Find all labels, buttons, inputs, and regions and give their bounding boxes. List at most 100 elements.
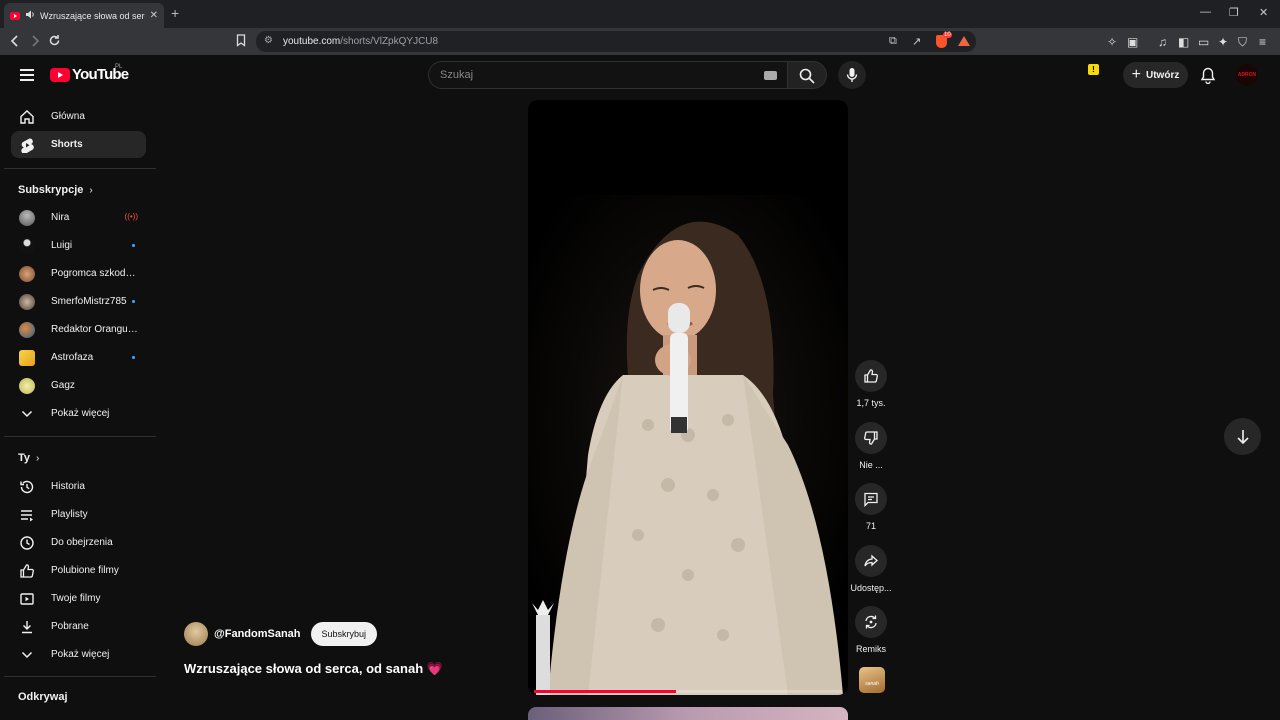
forward-icon[interactable] xyxy=(30,34,40,51)
share-icon xyxy=(864,554,878,567)
extensions-puzzle-icon[interactable]: ✧ xyxy=(1107,35,1117,49)
subscribe-button[interactable]: Subskrybuj xyxy=(310,622,378,646)
search-icon xyxy=(799,68,815,84)
heart-emoji: 💗 xyxy=(426,661,443,676)
open-in-app-icon[interactable]: ⧉ xyxy=(889,35,897,48)
account-avatar[interactable]: ADRON xyxy=(1236,64,1258,86)
brave-rewards-icon[interactable] xyxy=(958,36,970,46)
close-window-button[interactable]: ✕ xyxy=(1259,6,1268,19)
remix-button[interactable] xyxy=(855,606,887,638)
arrow-down-icon xyxy=(1236,429,1249,444)
search-button[interactable] xyxy=(788,61,827,89)
wallet-icon[interactable]: ▭ xyxy=(1198,35,1209,49)
youtube-logo[interactable]: YouTube PL xyxy=(50,64,129,83)
reload-icon[interactable] xyxy=(48,34,61,50)
voice-search-button[interactable] xyxy=(838,61,866,89)
playlists-icon xyxy=(19,507,35,523)
browser-tabstrip: Wzruszające słowa od serca, o ✕ + — ❐ ✕ xyxy=(0,0,1280,28)
site-info-icon[interactable]: ⚙ xyxy=(264,35,273,46)
sidebar-item-your-videos[interactable]: Twoje filmy xyxy=(11,585,146,612)
dislike-button[interactable] xyxy=(855,422,887,454)
subscriptions-heading[interactable]: Subskrypcje › xyxy=(18,184,93,196)
bookmark-icon[interactable] xyxy=(236,34,246,50)
remix-action: Remiks xyxy=(849,606,893,654)
channel-avatar[interactable] xyxy=(184,622,208,646)
sidebar-sub-nira[interactable]: Nira ((•)) xyxy=(11,204,146,231)
remix-icon xyxy=(865,615,877,629)
sidebar-sub-pogromca[interactable]: Pogromca szkodników xyxy=(11,260,146,287)
browser-menu-icon[interactable]: ≡ xyxy=(1259,35,1266,49)
sidebar-show-more-you[interactable]: Pokaż więcej xyxy=(11,641,146,668)
sound-thumbnail[interactable]: sanah xyxy=(859,667,885,693)
sidebar-item-liked[interactable]: Polubione filmy xyxy=(11,557,146,584)
keyboard-icon[interactable] xyxy=(764,71,777,80)
speaker-icon[interactable] xyxy=(25,10,35,21)
sidebar-sub-smerfomistrz[interactable]: SmerfoMistrz785 xyxy=(11,288,146,315)
media-control-icon[interactable]: ♫ xyxy=(1158,35,1167,49)
sidebar-item-label: Pobrane xyxy=(51,621,89,632)
browser-tab-active[interactable]: Wzruszające słowa od serca, o ✕ xyxy=(4,3,164,28)
sidebar-sub-luigi[interactable]: Luigi xyxy=(11,232,146,259)
sidebar-sub-gagz[interactable]: Gagz xyxy=(11,372,146,399)
sidebar-item-history[interactable]: Historia xyxy=(11,473,146,500)
youtube-play-icon xyxy=(50,67,70,82)
back-icon[interactable] xyxy=(10,34,20,51)
tab-close-icon[interactable]: ✕ xyxy=(150,10,158,21)
sidebar-item-label: Redaktor Orangutan xyxy=(51,324,139,335)
sidebar-item-playlists[interactable]: Playlisty xyxy=(11,501,146,528)
channel-avatar xyxy=(19,321,35,338)
watch-later-icon xyxy=(19,535,35,551)
create-button[interactable]: + Utwórz xyxy=(1123,62,1188,88)
minimize-button[interactable]: — xyxy=(1200,6,1211,18)
sidebar-toggle-icon[interactable]: ◧ xyxy=(1178,35,1189,49)
extension-box-icon[interactable]: ▣ xyxy=(1127,35,1138,49)
chevron-right-icon: › xyxy=(36,452,40,464)
next-short-preview[interactable] xyxy=(528,707,848,720)
share-action: Udostęp... xyxy=(849,545,893,593)
sidebar-item-home[interactable]: Główna xyxy=(11,103,146,130)
sidebar-item-label: Shorts xyxy=(51,139,83,150)
next-short-button[interactable] xyxy=(1224,418,1261,455)
share-page-icon[interactable]: ↗ xyxy=(912,35,921,48)
sidebar-item-label: Do obejrzenia xyxy=(51,537,113,548)
share-button[interactable] xyxy=(855,545,887,577)
create-label: Utwórz xyxy=(1146,69,1180,81)
sidebar-item-label: Pokaż więcej xyxy=(51,649,110,660)
sound-thumbnail-text: sanah xyxy=(865,681,879,687)
home-icon xyxy=(19,109,35,125)
leo-ai-icon[interactable]: ✦ xyxy=(1218,35,1228,49)
like-button[interactable] xyxy=(855,360,887,392)
sidebar-divider xyxy=(4,168,156,169)
sidebar-sub-astrofaza[interactable]: Astrofaza xyxy=(11,344,146,371)
downloads-icon xyxy=(19,619,35,635)
channel-handle[interactable]: @FandomSanah xyxy=(214,628,301,640)
comments-action: 71 xyxy=(849,483,893,531)
sidebar-show-more-subs[interactable]: Pokaż więcej xyxy=(11,400,146,427)
country-code: PL xyxy=(115,64,123,70)
thumbs-down-icon xyxy=(864,431,878,445)
sidebar-item-watch-later[interactable]: Do obejrzenia xyxy=(11,529,146,556)
microphone-icon xyxy=(846,68,858,82)
maximize-button[interactable]: ❐ xyxy=(1229,6,1239,19)
comment-icon xyxy=(864,492,878,507)
sidebar-item-label: Gagz xyxy=(51,380,75,391)
address-bar[interactable]: ⚙ youtube.com/shorts/VlZpkQYJCU8 ⧉ ↗ 10 xyxy=(256,31,976,52)
channel-avatar xyxy=(19,209,35,226)
sidebar-item-shorts[interactable]: Shorts xyxy=(11,131,146,158)
comments-button[interactable] xyxy=(855,483,887,515)
chevron-down-icon xyxy=(19,647,35,663)
sidebar-sub-redaktor[interactable]: Redaktor Orangutan xyxy=(11,316,146,343)
sidebar-item-label: SmerfoMistrz785 xyxy=(51,296,127,307)
browser-tab-title: Wzruszające słowa od serca, o xyxy=(40,10,145,21)
sidebar-item-label: Historia xyxy=(51,481,85,492)
new-tab-button[interactable]: + xyxy=(171,5,179,21)
guide-menu-icon[interactable] xyxy=(20,69,34,81)
vpn-shield-icon[interactable]: ⛉ xyxy=(1238,35,1247,50)
extension-yellow-icon[interactable]: ! xyxy=(1088,64,1099,75)
sidebar-item-downloads[interactable]: Pobrane xyxy=(11,613,146,640)
notifications-bell-icon[interactable] xyxy=(1200,67,1216,89)
address-url[interactable]: youtube.com/shorts/VlZpkQYJCU8 xyxy=(283,36,438,47)
search-input[interactable]: Szukaj xyxy=(428,61,788,89)
shorts-video-player[interactable] xyxy=(528,100,848,695)
you-heading[interactable]: Ty › xyxy=(18,452,39,464)
